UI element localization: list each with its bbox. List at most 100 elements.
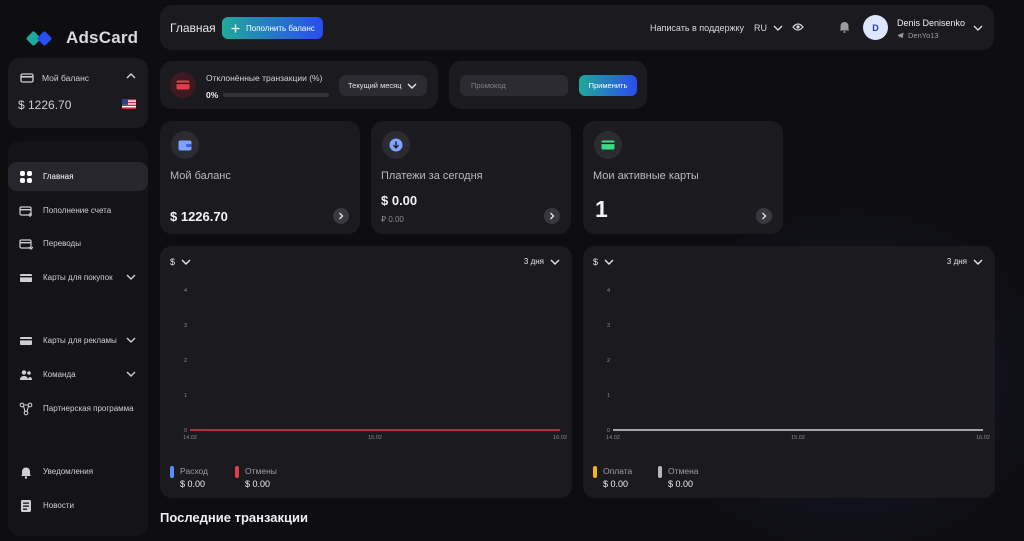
currency-value: $ xyxy=(170,257,176,267)
y-tick-label: 3 xyxy=(184,323,187,329)
chevron-right-icon xyxy=(550,212,555,220)
balance-widget-header[interactable]: Мой баланс xyxy=(20,71,89,85)
sidebar-item-topup[interactable]: Пополнение счета xyxy=(8,196,148,225)
y-tick-label: 1 xyxy=(607,393,610,399)
bell-icon xyxy=(21,467,31,479)
rejected-card-icon-wrap xyxy=(170,72,196,98)
chevron-down-icon xyxy=(773,25,783,31)
legend-swatch xyxy=(170,466,174,478)
stat-value: $ 1226.70 xyxy=(170,209,228,224)
sidebar-item-transfers[interactable]: Переводы xyxy=(8,229,148,258)
chevron-up-icon[interactable] xyxy=(126,72,136,80)
range-select[interactable]: 3 дня xyxy=(947,257,983,266)
chevron-right-button[interactable] xyxy=(544,208,560,224)
stat-value: 1 xyxy=(595,196,608,222)
news-icon xyxy=(21,499,31,512)
legend-value: $ 0.00 xyxy=(668,479,694,489)
x-tick-label: 14.02 xyxy=(606,435,620,441)
x-tick-label: 15.02 xyxy=(368,435,382,441)
team-icon xyxy=(20,369,32,380)
sidebar-item-news[interactable]: Новости xyxy=(8,491,148,520)
y-tick-label: 2 xyxy=(607,358,610,364)
stat-label: Мой баланс xyxy=(170,170,231,182)
promo-input[interactable] xyxy=(460,75,568,96)
y-tick-label: 1 xyxy=(184,393,187,399)
card-transfer-icon xyxy=(19,238,33,250)
legend-value: $ 0.00 xyxy=(180,479,206,489)
sidebar-nav: Главная Пополнение счета Переводы Карты … xyxy=(8,141,148,536)
sidebar-item-label: Пополнение счета xyxy=(43,206,112,215)
legend-swatch xyxy=(235,466,239,478)
eye-icon[interactable] xyxy=(792,22,804,32)
rejected-transactions-label: Отклонённые транзакции (%) xyxy=(206,73,323,83)
legend-name: Отмены xyxy=(245,466,277,476)
chevron-down-icon xyxy=(604,259,614,265)
chevron-down-icon[interactable] xyxy=(973,24,983,32)
wallet-icon xyxy=(20,73,34,83)
user-name: Denis Denisenko xyxy=(897,18,966,28)
legend-name: Отмена xyxy=(668,466,699,476)
legend-name: Расход xyxy=(180,466,209,476)
chevron-right-icon xyxy=(762,212,767,220)
sidebar-item-ad-cards[interactable]: Карты для рекламы xyxy=(8,326,148,355)
rejected-transactions-percent: 0% xyxy=(206,90,219,100)
sidebar-item-notifications[interactable]: Уведомления xyxy=(8,457,148,486)
chart-card-expenses: $ 3 дня 0 1 2 3 4 14.02 15.02 16.02 Расход $ 0.… xyxy=(160,246,572,498)
y-tick-label: 0 xyxy=(607,428,610,434)
sidebar-item-label: Главная xyxy=(43,172,74,181)
card-icon xyxy=(20,273,32,282)
us-flag-icon[interactable] xyxy=(122,99,136,109)
card-icon-wrap xyxy=(594,131,622,159)
period-value: Текущий месяц xyxy=(348,81,402,90)
chart-plot: 0 1 2 3 4 14.02 15.02 16.02 xyxy=(183,288,567,441)
chevron-right-icon xyxy=(339,212,344,220)
user-handle-text: DenYo13 xyxy=(908,31,939,40)
currency-select[interactable]: $ xyxy=(170,257,191,267)
x-tick-label: 16.02 xyxy=(553,435,567,441)
chevron-down-icon xyxy=(126,337,136,343)
currency-value: $ xyxy=(593,257,599,267)
logo[interactable]: AdsCard xyxy=(26,28,138,48)
chevron-down-icon xyxy=(181,259,191,265)
topup-balance-button[interactable]: Пополнить баланс xyxy=(222,17,323,39)
y-tick-label: 4 xyxy=(184,288,187,294)
sidebar-item-team[interactable]: Команда xyxy=(8,360,148,389)
sidebar-item-label: Переводы xyxy=(43,239,81,248)
language-select[interactable]: RU xyxy=(754,23,783,33)
sidebar-item-home[interactable]: Главная xyxy=(8,162,148,191)
bell-icon[interactable] xyxy=(839,20,850,33)
stat-label: Платежи за сегодня xyxy=(381,170,483,182)
stat-card-active-cards: Мои активные карты 1 xyxy=(583,121,783,234)
topup-balance-label: Пополнить баланс xyxy=(246,23,315,33)
download-circle-icon xyxy=(389,138,403,152)
promo-card: Применить xyxy=(449,61,647,109)
period-select[interactable]: Текущий месяц xyxy=(339,75,427,96)
logo-text: AdsCard xyxy=(66,28,139,47)
sidebar-item-affiliate[interactable]: Партнерская программа xyxy=(8,394,148,423)
avatar[interactable]: D xyxy=(863,15,888,40)
sidebar-item-shopping-cards[interactable]: Карты для покупок xyxy=(8,263,148,292)
legend-value: $ 0.00 xyxy=(603,479,629,489)
chevron-right-button[interactable] xyxy=(333,208,349,224)
sidebar-item-label: Партнерская программа xyxy=(43,404,134,413)
wallet-icon xyxy=(178,140,192,150)
sidebar-item-label: Новости xyxy=(43,501,74,510)
balance-widget: Мой баланс $ 1226.70 xyxy=(8,58,148,128)
legend-swatch xyxy=(658,466,662,478)
sidebar-item-label: Уведомления xyxy=(43,467,94,476)
y-tick-label: 4 xyxy=(607,288,610,294)
chart-card-payments: $ 3 дня 0 1 2 3 4 14.02 15.02 16.02 Оплата $ 0.… xyxy=(583,246,995,498)
support-link[interactable]: Написать в поддержку xyxy=(650,23,744,33)
card-icon xyxy=(20,336,32,345)
chevron-right-button[interactable] xyxy=(756,208,772,224)
plus-icon xyxy=(231,24,240,32)
x-tick-label: 15.02 xyxy=(791,435,805,441)
range-value: 3 дня xyxy=(946,257,967,266)
download-icon-wrap xyxy=(382,131,410,159)
balance-widget-label: Мой баланс xyxy=(42,73,90,83)
user-handle: DenYo13 xyxy=(897,31,939,40)
wallet-icon-wrap xyxy=(171,131,199,159)
apply-promo-button[interactable]: Применить xyxy=(579,75,637,96)
currency-select[interactable]: $ xyxy=(593,257,614,267)
range-select[interactable]: 3 дня xyxy=(524,257,560,266)
